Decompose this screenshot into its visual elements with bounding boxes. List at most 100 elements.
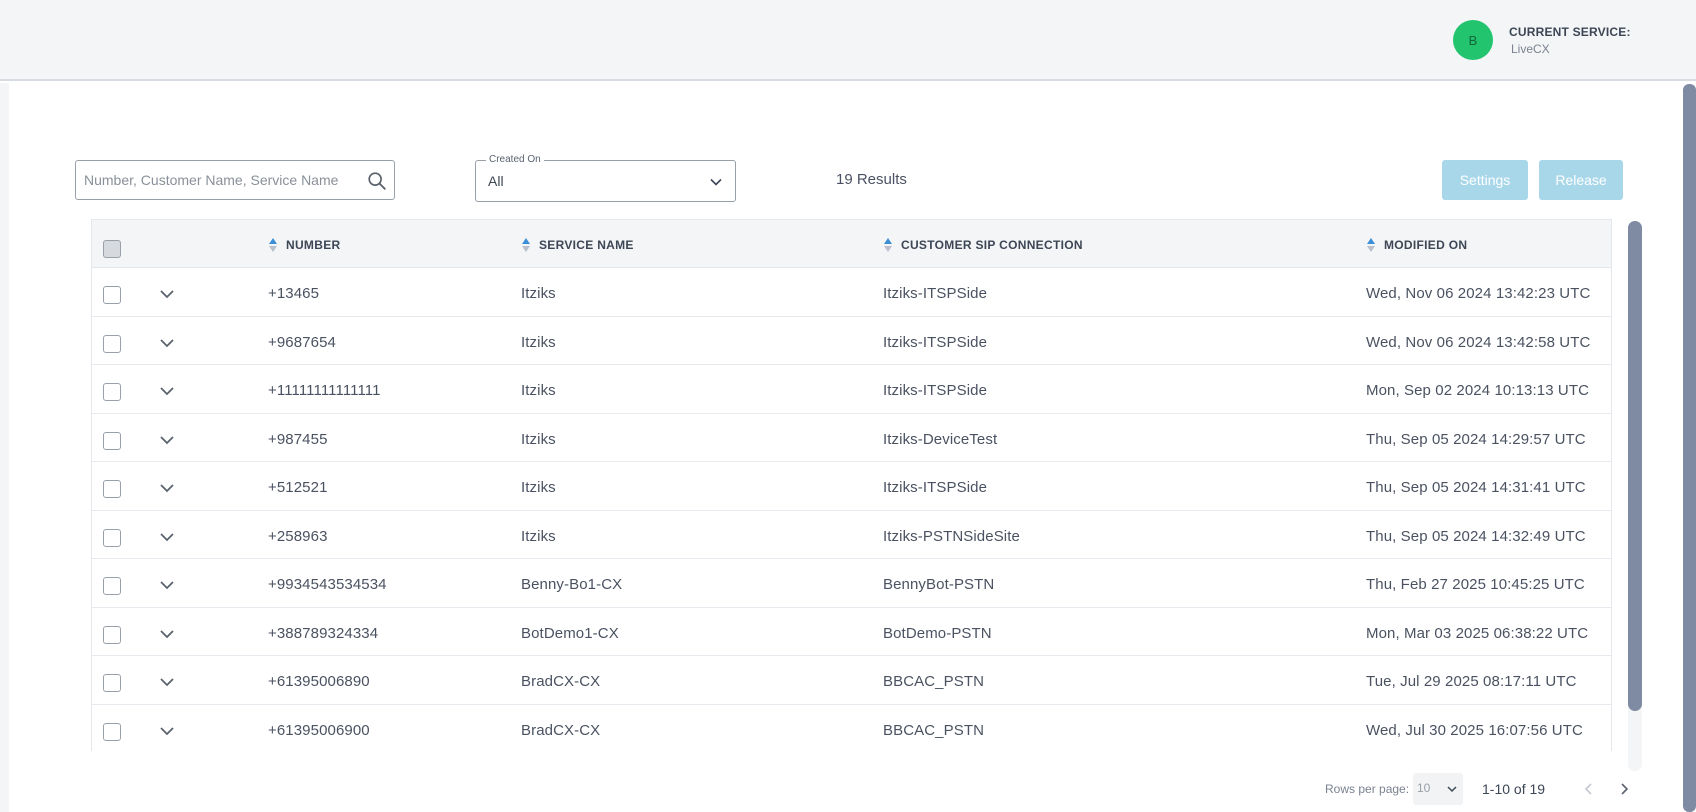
search-icon[interactable] bbox=[366, 170, 388, 192]
cell-customer-sip: BotDemo-PSTN bbox=[883, 624, 992, 642]
rows-per-page-label: Rows per page: bbox=[1325, 782, 1410, 796]
left-strip bbox=[0, 83, 9, 812]
table-row[interactable]: +11111111111111 Itziks Itziks-ITSPSide M… bbox=[92, 365, 1611, 414]
expand-chevron-icon[interactable] bbox=[158, 576, 176, 594]
cell-modified-on: Thu, Sep 05 2024 14:32:49 UTC bbox=[1366, 527, 1586, 545]
cell-service-name: Itziks bbox=[521, 430, 556, 448]
chevron-right-icon[interactable] bbox=[1616, 781, 1632, 797]
column-label-service-name: SERVICE NAME bbox=[539, 238, 634, 252]
row-checkbox[interactable] bbox=[103, 334, 121, 353]
row-checkbox[interactable] bbox=[103, 625, 121, 644]
cell-modified-on: Thu, Sep 05 2024 14:31:41 UTC bbox=[1366, 479, 1586, 496]
cell-service-name: Itziks bbox=[521, 479, 556, 496]
cell-number: +388789324334 bbox=[268, 624, 379, 642]
row-checkbox[interactable] bbox=[103, 286, 121, 304]
results-count: 19 Results bbox=[836, 171, 907, 188]
row-checkbox[interactable] bbox=[103, 383, 121, 401]
expand-chevron-icon[interactable] bbox=[158, 625, 176, 643]
row-checkbox[interactable] bbox=[103, 722, 121, 741]
cell-number: +61395006890 bbox=[268, 673, 370, 690]
pagination-range: 1-10 of 19 bbox=[1482, 781, 1546, 797]
cell-number: +258963 bbox=[268, 527, 328, 545]
table-scrollbar[interactable] bbox=[1628, 221, 1642, 711]
created-on-value: All bbox=[488, 173, 504, 189]
page-scrollbar[interactable] bbox=[1683, 84, 1696, 812]
expand-chevron-icon[interactable] bbox=[158, 285, 176, 303]
settings-button[interactable]: Settings bbox=[1442, 160, 1528, 200]
cell-modified-on: Thu, Sep 05 2024 14:29:57 UTC bbox=[1366, 430, 1586, 448]
sort-icon bbox=[884, 238, 892, 252]
cell-modified-on: Mon, Sep 02 2024 10:13:13 UTC bbox=[1366, 382, 1590, 399]
row-checkbox[interactable] bbox=[103, 674, 121, 692]
expand-chevron-icon[interactable] bbox=[158, 528, 176, 546]
search-input[interactable] bbox=[84, 169, 354, 191]
cell-service-name: Itziks bbox=[521, 527, 556, 545]
cell-modified-on: Mon, Mar 03 2025 06:38:22 UTC bbox=[1366, 624, 1589, 642]
row-checkbox[interactable] bbox=[103, 431, 121, 450]
table-header: NUMBER SERVICE NAME CUSTOMER SIP CONNECT… bbox=[92, 220, 1611, 268]
row-checkbox[interactable] bbox=[103, 528, 121, 547]
column-header-modified-on[interactable]: MODIFIED ON bbox=[1366, 237, 1467, 253]
table-row[interactable]: +258963 Itziks Itziks-PSTNSideSite Thu, … bbox=[92, 510, 1611, 559]
cell-modified-on: Wed, Nov 06 2024 13:42:23 UTC bbox=[1366, 285, 1591, 302]
cell-service-name: BradCX-CX bbox=[521, 721, 601, 739]
cell-service-name: BradCX-CX bbox=[521, 673, 601, 690]
cell-modified-on: Thu, Feb 27 2025 10:45:25 UTC bbox=[1366, 576, 1585, 593]
rows-per-page-value: 10 bbox=[1417, 781, 1431, 795]
chevron-down-icon bbox=[710, 178, 722, 186]
cell-number: +61395006900 bbox=[268, 721, 370, 739]
rows-per-page-select[interactable]: 10 bbox=[1413, 773, 1463, 805]
column-label-modified-on: MODIFIED ON bbox=[1384, 238, 1468, 252]
table-row[interactable]: +9934543534534 Benny-Bo1-CX BennyBot-PST… bbox=[92, 559, 1611, 608]
table-row[interactable]: +61395006890 BradCX-CX BBCAC_PSTN Tue, J… bbox=[92, 656, 1611, 705]
sort-icon bbox=[269, 238, 277, 252]
column-header-service-name[interactable]: SERVICE NAME bbox=[521, 237, 634, 253]
current-service-title: CURRENT SERVICE: bbox=[1509, 25, 1631, 39]
column-header-customer-sip[interactable]: CUSTOMER SIP CONNECTION bbox=[883, 237, 1083, 253]
table-row[interactable]: +61395006900 BradCX-CX BBCAC_PSTN Wed, J… bbox=[92, 704, 1611, 753]
created-on-label: Created On bbox=[486, 154, 544, 165]
table-row[interactable]: +13465 Itziks Itziks-ITSPSide Wed, Nov 0… bbox=[92, 268, 1611, 317]
top-bar: B CURRENT SERVICE: LiveCX bbox=[0, 0, 1696, 81]
table-row[interactable]: +987455 Itziks Itziks-DeviceTest Thu, Se… bbox=[92, 413, 1611, 462]
cell-modified-on: Wed, Nov 06 2024 13:42:58 UTC bbox=[1366, 333, 1591, 351]
table-row[interactable]: +9687654 Itziks Itziks-ITSPSide Wed, Nov… bbox=[92, 316, 1611, 365]
chevron-down-icon bbox=[1447, 786, 1457, 793]
expand-chevron-icon[interactable] bbox=[158, 673, 176, 691]
cell-number: +512521 bbox=[268, 479, 328, 496]
cell-modified-on: Wed, Jul 30 2025 16:07:56 UTC bbox=[1366, 721, 1583, 739]
release-button[interactable]: Release bbox=[1539, 160, 1623, 200]
cell-service-name: Itziks bbox=[521, 285, 556, 302]
cell-service-name: Itziks bbox=[521, 333, 556, 351]
expand-chevron-icon[interactable] bbox=[158, 334, 176, 352]
row-checkbox[interactable] bbox=[103, 480, 121, 498]
cell-customer-sip: Itziks-ITSPSide bbox=[883, 333, 988, 351]
cell-customer-sip: BBCAC_PSTN bbox=[883, 721, 985, 739]
expand-chevron-icon[interactable] bbox=[158, 431, 176, 449]
expand-chevron-icon[interactable] bbox=[158, 479, 176, 497]
table-row[interactable]: +388789324334 BotDemo1-CX BotDemo-PSTN M… bbox=[92, 607, 1611, 656]
table-row[interactable]: +512521 Itziks Itziks-ITSPSide Thu, Sep … bbox=[92, 462, 1611, 511]
cell-service-name: Benny-Bo1-CX bbox=[521, 576, 623, 593]
sort-icon bbox=[522, 238, 530, 252]
chevron-left-icon[interactable] bbox=[1581, 781, 1597, 797]
cell-number: +987455 bbox=[268, 430, 328, 448]
current-service-value: LiveCX bbox=[1511, 42, 1550, 56]
cell-number: +9934543534534 bbox=[268, 576, 387, 593]
cell-customer-sip: Itziks-ITSPSide bbox=[883, 285, 988, 302]
cell-customer-sip: BBCAC_PSTN bbox=[883, 673, 985, 690]
search-box bbox=[75, 160, 395, 200]
cell-number: +13465 bbox=[268, 285, 320, 302]
avatar[interactable]: B bbox=[1453, 20, 1493, 60]
sort-icon bbox=[1367, 238, 1375, 252]
select-all-checkbox[interactable] bbox=[103, 240, 121, 258]
expand-chevron-icon[interactable] bbox=[158, 722, 176, 740]
cell-customer-sip: Itziks-PSTNSideSite bbox=[883, 527, 1020, 545]
expand-chevron-icon[interactable] bbox=[158, 382, 176, 400]
cell-modified-on: Tue, Jul 29 2025 08:17:11 UTC bbox=[1366, 673, 1577, 690]
column-label-number: NUMBER bbox=[286, 238, 341, 252]
row-checkbox[interactable] bbox=[103, 577, 121, 595]
cell-number: +11111111111111 bbox=[268, 382, 381, 399]
created-on-select[interactable]: Created On All bbox=[475, 154, 736, 202]
column-header-number[interactable]: NUMBER bbox=[268, 237, 340, 253]
